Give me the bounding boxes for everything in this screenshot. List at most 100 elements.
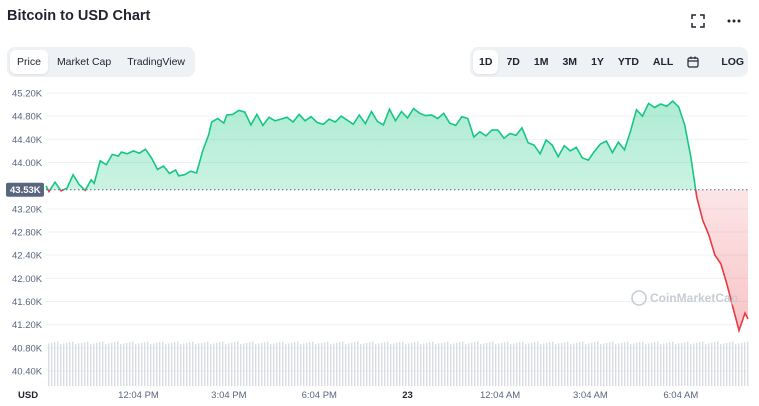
- volume-bar: [444, 342, 446, 386]
- volume-bar: [477, 341, 479, 386]
- volume-bar: [492, 341, 494, 386]
- volume-bar: [606, 342, 608, 386]
- y-tick-label: 42.80K: [12, 228, 43, 239]
- volume-bar: [600, 344, 602, 386]
- volume-bar: [225, 344, 227, 386]
- volume-bar: [690, 344, 692, 386]
- volume-bar: [612, 341, 614, 386]
- volume-bar: [453, 343, 455, 386]
- volume-bar: [450, 344, 452, 386]
- volume-bar: [240, 344, 242, 386]
- x-tick-label: 23: [402, 390, 413, 401]
- volume-bar: [87, 341, 89, 386]
- volume-bar: [144, 342, 146, 386]
- volume-bar: [54, 342, 56, 386]
- volume-bar: [339, 342, 341, 386]
- volume-bar: [126, 342, 128, 386]
- volume-bar: [246, 342, 248, 386]
- volume-bar: [468, 343, 470, 386]
- price-chart: 43.53K 45.20K 44.80K 44.40K 44.00K 43.20K 42.…: [6, 89, 749, 401]
- volume-bar: [72, 341, 74, 386]
- volume-bar: [267, 341, 269, 386]
- volume-bar: [627, 341, 629, 386]
- volume-bar: [498, 343, 500, 386]
- volume-bar: [738, 343, 740, 386]
- volume-bar: [90, 344, 92, 386]
- volume-bar: [486, 342, 488, 386]
- volume-bar: [186, 342, 188, 386]
- volume-bar: [429, 342, 431, 386]
- volume-bar: [531, 342, 533, 386]
- volume-bar: [237, 341, 239, 386]
- volume-bar: [129, 342, 131, 386]
- volume-bar: [318, 343, 320, 386]
- volume-bar: [114, 342, 116, 386]
- current-price-label: 43.53K: [10, 185, 41, 196]
- volume-bar: [423, 343, 425, 386]
- volume-bar: [276, 342, 278, 386]
- volume-bar: [735, 344, 737, 386]
- volume-bar: [201, 342, 203, 386]
- volume-bar: [141, 342, 143, 386]
- volume-bar: [393, 343, 395, 386]
- volume-bar: [504, 342, 506, 386]
- volume-bar: [603, 343, 605, 386]
- volume-bar: [495, 344, 497, 386]
- volume-bar: [294, 342, 296, 386]
- volume-bar: [594, 342, 596, 386]
- volume-bar: [660, 344, 662, 386]
- x-tick-label: 6:04 PM: [302, 390, 337, 401]
- volume-bar: [81, 342, 83, 386]
- volume-bar: [513, 343, 515, 386]
- volume-bar: [642, 341, 644, 386]
- volume-bar: [507, 341, 509, 386]
- volume-bar: [189, 342, 191, 386]
- volume-bar: [414, 342, 416, 386]
- price-area: [46, 101, 748, 331]
- volume-bar: [309, 342, 311, 386]
- volume-bar: [714, 342, 716, 386]
- volume-bar: [441, 342, 443, 386]
- volume-bar: [69, 342, 71, 386]
- volume-bar: [234, 342, 236, 386]
- volume-bar: [249, 342, 251, 386]
- volume-bar: [705, 344, 707, 386]
- volume-bar: [501, 342, 503, 386]
- volume-bar: [540, 344, 542, 386]
- volume-bar: [465, 344, 467, 386]
- volume-bar: [51, 342, 53, 386]
- volume-bar: [75, 344, 77, 386]
- volume-bar: [366, 342, 368, 386]
- volume-bar: [549, 342, 551, 386]
- y-tick-label: 41.60K: [12, 297, 43, 308]
- volume-bar: [192, 341, 194, 386]
- volume-bar: [426, 342, 428, 386]
- volume-bar: [534, 342, 536, 386]
- coinmarketcap-logo-icon: [631, 290, 647, 306]
- volume-bar: [351, 342, 353, 386]
- volume-bar: [102, 341, 104, 386]
- volume-bar: [615, 344, 617, 386]
- y-tick-label: 40.80K: [12, 343, 43, 354]
- volume-bar: [489, 342, 491, 386]
- volume-bar: [567, 341, 569, 386]
- volume-bar: [372, 341, 374, 386]
- volume-bar: [231, 342, 233, 386]
- y-tick-label: 44.40K: [12, 135, 43, 146]
- x-tick-label: 3:04 AM: [573, 390, 608, 401]
- y-tick-label: 40.40K: [12, 367, 43, 378]
- volume-bar: [375, 344, 377, 386]
- volume-bar: [312, 341, 314, 386]
- volume-bar: [291, 342, 293, 386]
- watermark: CoinMarketCap: [631, 290, 738, 306]
- volume-bar: [105, 344, 107, 386]
- volume-bar: [618, 343, 620, 386]
- volume-bar: [456, 342, 458, 386]
- volume-bar: [621, 342, 623, 386]
- volume-bar: [306, 342, 308, 386]
- volume-bar: [687, 341, 689, 386]
- volume-bar: [387, 341, 389, 386]
- volume-bar: [447, 341, 449, 386]
- volume-bar: [402, 341, 404, 386]
- volume-bar: [213, 343, 215, 386]
